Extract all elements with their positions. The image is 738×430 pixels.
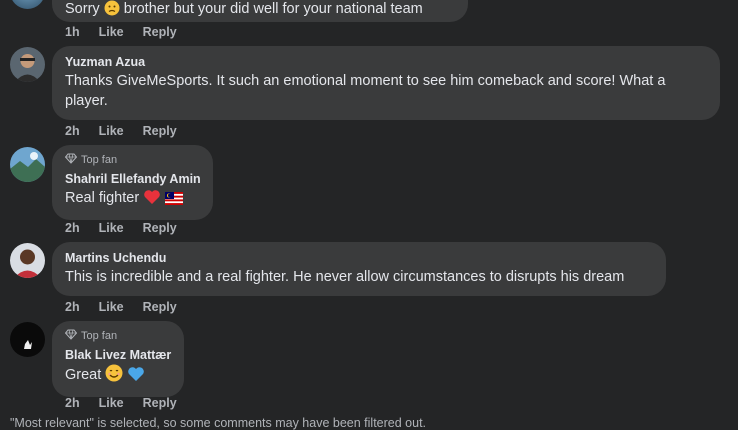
like-button[interactable]: Like [99,300,124,314]
comment-time[interactable]: 2h [65,124,80,138]
comment-actions: 2h Like Reply [65,221,196,235]
comment-text: Thanks GiveMeSports. It such an emotiona… [65,73,666,109]
reply-button[interactable]: Reply [143,300,177,314]
avatar[interactable] [10,0,45,9]
comment-actions: 2h Like Reply [65,396,196,410]
comment-actions: 1h Like Reply [65,25,196,39]
reply-button[interactable]: Reply [143,124,177,138]
comment-time[interactable]: 2h [65,221,80,235]
comment-bubble: Sorry brother but your did well for your… [52,0,468,22]
reply-button[interactable]: Reply [143,25,177,39]
avatar[interactable] [10,243,45,278]
avatar[interactable] [10,47,45,82]
comment-bubble: Yuzman Azua Thanks GiveMeSports. It such… [52,46,720,120]
comment-bubble: Top fan Blak Livez Mattær Great [52,321,184,397]
reply-button[interactable]: Reply [143,396,177,410]
comment-actions: 2h Like Reply [65,300,196,314]
comment-time[interactable]: 1h [65,25,80,39]
comment-text: Great [65,364,172,388]
blue-heart-icon [127,366,145,388]
comment-time[interactable]: 2h [65,396,80,410]
avatar[interactable] [10,147,45,182]
top-fan-badge: Top fan [64,328,172,344]
diamond-icon [64,329,78,343]
comment-text: Real fighter [65,188,201,211]
comment-time[interactable]: 2h [65,300,80,314]
commenter-name[interactable]: Yuzman Azua [65,54,708,70]
filter-notice: "Most relevant" is selected, so some com… [10,416,427,430]
comment-text: Sorry brother but your did well for your… [65,0,456,22]
avatar[interactable] [10,322,45,357]
smiling-face-icon [105,364,123,388]
comment-bubble: Martins Uchendu This is incredible and a… [52,242,666,296]
commenter-name[interactable]: Blak Livez Mattær [65,347,172,363]
worried-face-icon [104,0,120,22]
top-fan-badge: Top fan [64,152,201,168]
comment-actions: 2h Like Reply [65,124,196,138]
like-button[interactable]: Like [99,25,124,39]
commenter-name[interactable]: Shahril Ellefandy Amin [65,171,201,187]
reply-button[interactable]: Reply [143,221,177,235]
like-button[interactable]: Like [99,396,124,410]
like-button[interactable]: Like [99,221,124,235]
like-button[interactable]: Like [99,124,124,138]
comment-bubble: Top fan Shahril Ellefandy Amin Real figh… [52,145,213,220]
diamond-icon [64,153,78,167]
badge-label: Top fan [81,154,118,166]
badge-label: Top fan [81,330,118,342]
comment-text: This is incredible and a real fighter. H… [65,269,625,285]
commenter-name[interactable]: Martins Uchendu [65,250,654,266]
malaysia-flag-icon [165,191,184,211]
red-heart-icon [143,189,161,211]
